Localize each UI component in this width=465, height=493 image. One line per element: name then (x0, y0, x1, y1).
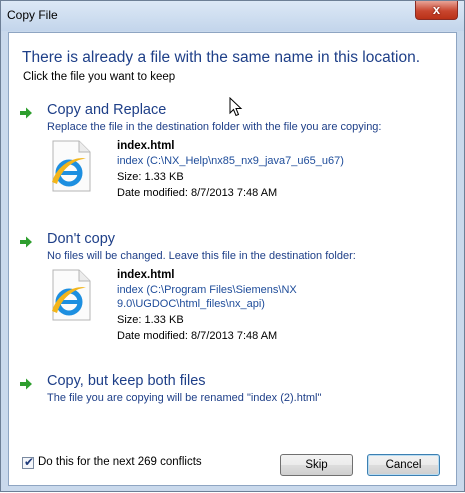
skip-button[interactable]: Skip (280, 454, 353, 476)
dialog-heading: There is already a file with the same na… (22, 49, 421, 66)
green-arrow-icon (20, 378, 32, 390)
copy-file-dialog: Copy File x There is already a file with… (0, 0, 465, 492)
checkmark-icon: ✔ (24, 455, 35, 469)
option-title: Copy, but keep both files (47, 373, 206, 389)
option-title: Don't copy (47, 231, 116, 247)
conflicts-checkbox[interactable]: ✔ (22, 455, 35, 469)
file-date-modified: Date modified: 8/7/2013 7:48 AM (117, 330, 278, 342)
option-title: Copy and Replace (47, 102, 167, 118)
option-description: The file you are copying will be renamed… (47, 392, 322, 404)
file-name: index.html (117, 140, 175, 152)
file-path-continued: 9.0\UGDOC\html_files\nx_api) (117, 298, 265, 310)
file-name: index.html (117, 269, 175, 281)
option-description: No files will be changed. Leave this fil… (47, 250, 356, 262)
cancel-button[interactable]: Cancel (367, 454, 440, 476)
option-dont-copy[interactable]: Don't copy No files will be changed. Lea… (19, 231, 439, 366)
green-arrow-icon (20, 107, 32, 119)
green-arrow-icon (20, 236, 32, 248)
file-date-modified: Date modified: 8/7/2013 7:48 AM (117, 187, 278, 199)
title-bar[interactable]: Copy File x (1, 1, 464, 31)
option-copy-and-replace[interactable]: Copy and Replace Replace the file in the… (19, 102, 439, 222)
close-icon: x (432, 2, 441, 17)
dialog-footer: ✔ Do this for the next 269 conflicts Ski… (1, 448, 465, 493)
option-description: Replace the file in the destination fold… (47, 121, 382, 133)
mouse-cursor-icon (229, 97, 243, 117)
file-size: Size: 1.33 KB (117, 171, 184, 183)
file-size: Size: 1.33 KB (117, 314, 184, 326)
close-button[interactable]: x (415, 1, 458, 20)
file-path: index (C:\NX_Help\nx85_nx9_java7_u65_u67… (117, 155, 344, 167)
file-path: index (C:\Program Files\Siemens\NX (117, 284, 297, 296)
option-keep-both[interactable]: Copy, but keep both files The file you a… (19, 373, 439, 413)
ie-html-file-icon (52, 140, 91, 192)
ie-html-file-icon (52, 269, 91, 321)
dialog-subheading: Click the file you want to keep (23, 71, 176, 83)
window-title: Copy File (7, 8, 58, 22)
conflicts-checkbox-label[interactable]: Do this for the next 269 conflicts (38, 456, 202, 468)
